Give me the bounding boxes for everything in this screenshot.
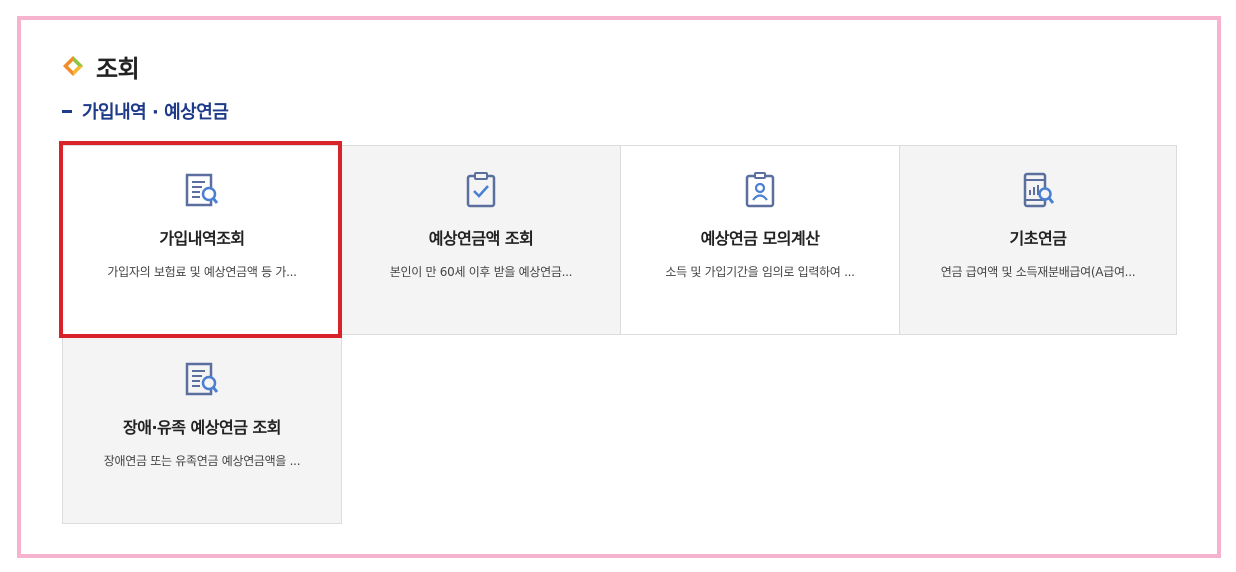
card-pension-simulation[interactable]: 예상연금 모의계산 소득 및 가입기간을 임의로 입력하여 ... xyxy=(620,145,900,335)
card-title: 장애·유족 예상연금 조회 xyxy=(123,418,281,437)
card-title: 예상연금 모의계산 xyxy=(700,229,820,248)
document-search-icon xyxy=(185,362,219,396)
dash-icon xyxy=(62,109,72,113)
card-enrollment-history[interactable]: 가입내역조회 가입자의 보험료 및 예상연금액 등 가... xyxy=(62,145,342,335)
card-description: 가입자의 보험료 및 예상연금액 등 가... xyxy=(107,265,297,279)
subsection-title-text: 가입내역 · 예상연금 xyxy=(82,102,229,123)
id-card-icon xyxy=(745,172,775,208)
card-title: 예상연금액 조회 xyxy=(428,229,534,248)
clipboard-check-icon xyxy=(466,172,496,208)
card-description: 장애연금 또는 유족연금 예상연금액을 ... xyxy=(103,454,301,468)
card-description: 연금 급여액 및 소득재분배급여(A급여... xyxy=(940,265,1136,279)
card-title: 가입내역조회 xyxy=(159,229,245,248)
card-title: 기초연금 xyxy=(1009,229,1067,248)
mobile-chart-search-icon xyxy=(1023,172,1055,208)
card-expected-pension[interactable]: 예상연금액 조회 본인이 만 60세 이후 받을 예상연금... xyxy=(341,145,621,335)
section-title-text: 조회 xyxy=(96,54,140,83)
diamond-icon xyxy=(63,56,83,76)
subsection-title: 가입내역 · 예상연금 xyxy=(62,98,229,124)
card-basic-pension[interactable]: 기초연금 연금 급여액 및 소득재분배급여(A급여... xyxy=(899,145,1177,335)
card-description: 본인이 만 60세 이후 받을 예상연금... xyxy=(389,265,573,279)
card-description: 소득 및 가입기간을 임의로 입력하여 ... xyxy=(665,265,855,279)
card-disability-survivor-pension[interactable]: 장애·유족 예상연금 조회 장애연금 또는 유족연금 예상연금액을 ... xyxy=(62,334,342,524)
document-search-icon xyxy=(185,173,219,207)
section-title: 조회 xyxy=(62,48,140,84)
